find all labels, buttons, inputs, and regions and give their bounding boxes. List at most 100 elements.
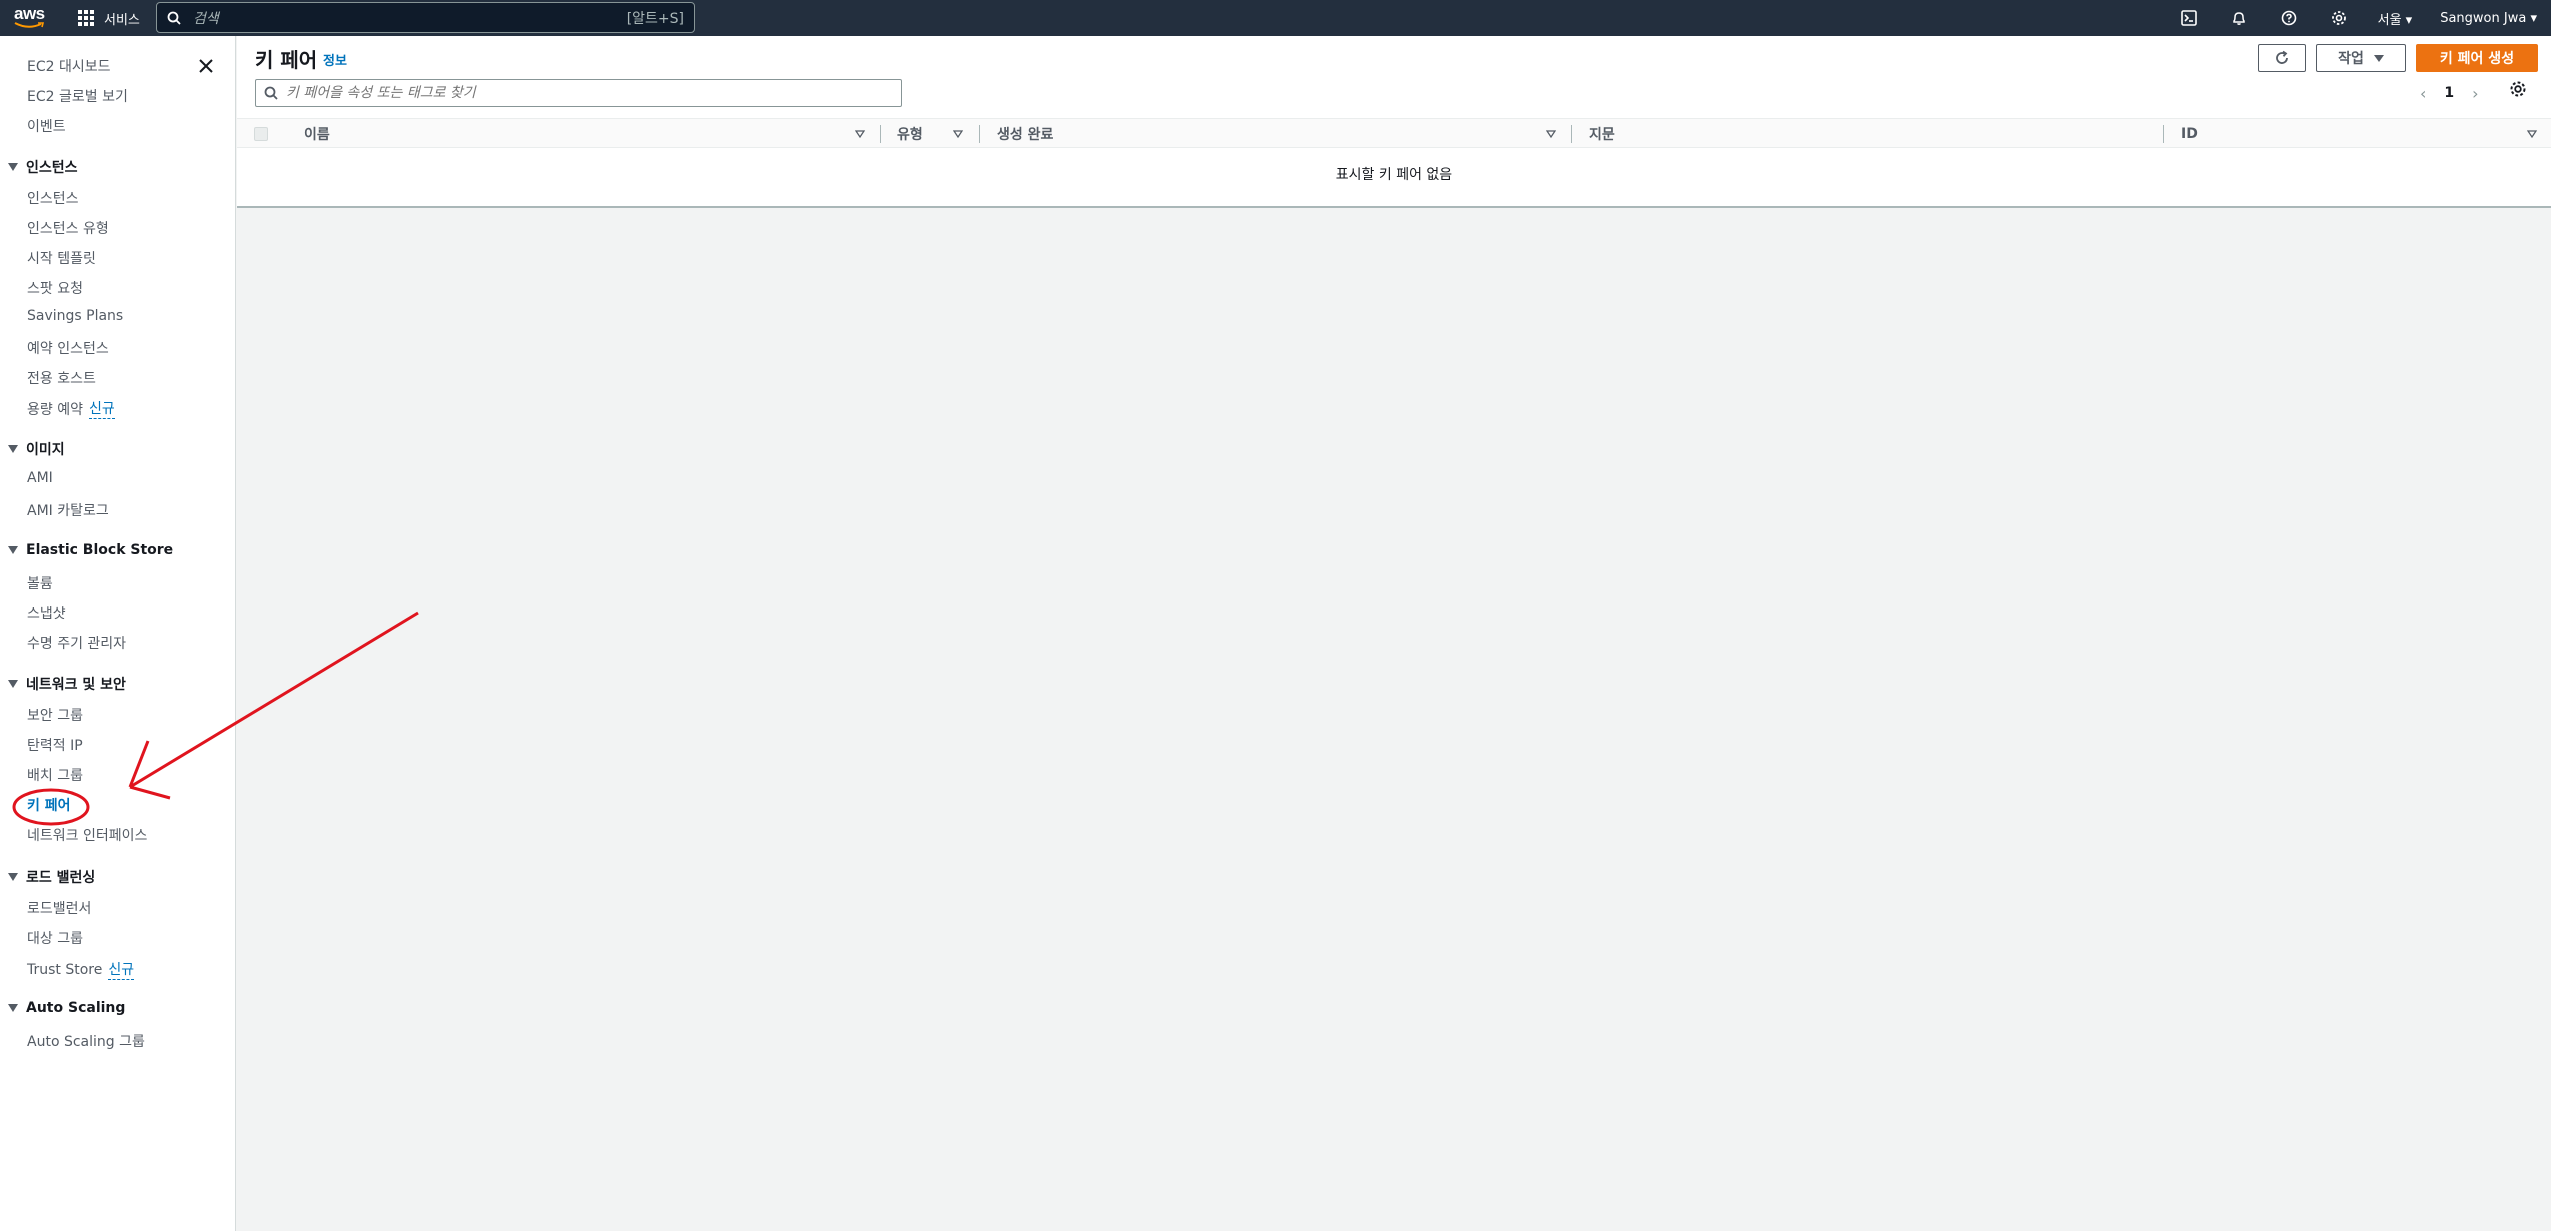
- create-key-pair-button[interactable]: 키 페어 생성: [2416, 44, 2538, 72]
- sidebar-item-ec2-dashboard[interactable]: EC2 대시보드: [27, 56, 111, 76]
- sidebar-item-ami-catalog[interactable]: AMI 카탈로그: [27, 500, 109, 520]
- page-number[interactable]: 1: [2444, 85, 2454, 101]
- sidebar-item-volumes[interactable]: 볼륨: [27, 573, 53, 593]
- section-title: Elastic Block Store: [26, 542, 174, 558]
- help-button[interactable]: [2264, 0, 2314, 36]
- sidebar-item-ec2-global-view[interactable]: EC2 글로벌 보기: [27, 86, 128, 106]
- services-menu[interactable]: 서비스: [78, 0, 140, 36]
- sidebar-item-security-groups[interactable]: 보안 그룹: [27, 705, 83, 725]
- sidebar-item-trust-stores[interactable]: Trust Store 신규: [27, 959, 135, 980]
- sidebar-section-images[interactable]: 이미지: [8, 439, 65, 459]
- gear-icon: [2510, 81, 2526, 97]
- sort-icon[interactable]: [2527, 129, 2537, 139]
- pagination: ‹ 1 ›: [2420, 82, 2479, 104]
- sidebar-item-instance-types[interactable]: 인스턴스 유형: [27, 218, 109, 238]
- sidebar-item-load-balancers[interactable]: 로드밸런서: [27, 898, 91, 918]
- column-header-id[interactable]: ID: [2181, 119, 2198, 149]
- page-title: 키 페어: [255, 48, 318, 72]
- sort-icon[interactable]: [1546, 129, 1556, 139]
- table-preferences-button[interactable]: [2509, 80, 2527, 102]
- caret-down-icon: [8, 680, 18, 688]
- caret-down-icon: [8, 1004, 18, 1012]
- filter-input[interactable]: [286, 85, 886, 101]
- refresh-icon: [2276, 50, 2288, 64]
- sidebar-item-launch-templates[interactable]: 시작 템플릿: [27, 248, 96, 268]
- empty-table-message: 표시할 키 페어 없음: [1335, 167, 1453, 183]
- bell-icon: [2232, 12, 2245, 25]
- sort-icon[interactable]: [855, 129, 865, 139]
- sidebar-item-network-interfaces[interactable]: 네트워크 인터페이스: [27, 825, 147, 845]
- column-header-created[interactable]: 생성 완료: [997, 119, 1053, 149]
- info-link[interactable]: 정보: [323, 50, 347, 69]
- next-page-icon[interactable]: ›: [2472, 84, 2478, 103]
- section-title: 로드 밸런싱: [26, 870, 96, 886]
- column-divider[interactable]: [880, 125, 881, 143]
- settings-button[interactable]: [2314, 0, 2364, 36]
- column-divider[interactable]: [1571, 125, 1572, 143]
- section-title: Auto Scaling: [26, 1000, 126, 1016]
- sidebar-item-reserved-instances[interactable]: 예약 인스턴스: [27, 338, 109, 358]
- help-icon: [2281, 10, 2296, 26]
- cloudshell-button[interactable]: [2164, 0, 2214, 36]
- sidebar-section-load-balancing[interactable]: 로드 밸런싱: [8, 867, 95, 887]
- actions-dropdown[interactable]: 작업: [2316, 44, 2406, 72]
- close-icon: [199, 59, 213, 73]
- table-header: 이름 유형 생성 완료 지문 ID: [237, 118, 2551, 148]
- region-label: 서울: [2377, 12, 2402, 28]
- search-icon: [167, 11, 181, 25]
- close-sidebar-button[interactable]: [196, 56, 216, 76]
- sort-icon[interactable]: [953, 129, 963, 139]
- section-title: 인스턴스: [26, 160, 78, 176]
- sidebar-item-dedicated-hosts[interactable]: 전용 호스트: [27, 368, 96, 388]
- previous-page-icon[interactable]: ‹: [2420, 84, 2426, 103]
- global-search-input[interactable]: 검색 [알트+S]: [156, 2, 695, 33]
- sidebar-item-label: Trust Store: [27, 961, 103, 978]
- region-selector[interactable]: 서울 ▾: [2364, 9, 2427, 28]
- sidebar: EC2 대시보드 EC2 글로벌 보기 이벤트 인스턴스 인스턴스 인스턴스 유…: [0, 36, 236, 1231]
- caret-down-icon: [8, 163, 18, 171]
- sidebar-section-network-security[interactable]: 네트워크 및 보안: [8, 674, 126, 694]
- gear-icon: [2331, 11, 2346, 25]
- column-header-name[interactable]: 이름: [304, 119, 330, 149]
- sidebar-item-placement-groups[interactable]: 배치 그룹: [27, 765, 83, 785]
- search-icon: [264, 86, 278, 100]
- sidebar-item-target-groups[interactable]: 대상 그룹: [27, 928, 83, 948]
- section-title: 네트워크 및 보안: [26, 677, 126, 693]
- sidebar-item-savings-plans[interactable]: Savings Plans: [27, 308, 123, 324]
- sidebar-section-instances[interactable]: 인스턴스: [8, 157, 78, 177]
- sidebar-item-events[interactable]: 이벤트: [27, 116, 66, 136]
- sidebar-section-ebs[interactable]: Elastic Block Store: [8, 542, 173, 558]
- refresh-button[interactable]: [2258, 44, 2306, 72]
- sidebar-item-capacity-reservations[interactable]: 용량 예약 신규: [27, 398, 115, 419]
- search-shortcut: [알트+S]: [626, 10, 684, 27]
- sidebar-item-ami[interactable]: AMI: [27, 470, 53, 486]
- sidebar-item-elastic-ips[interactable]: 탄력적 IP: [27, 735, 83, 755]
- sidebar-item-spot-requests[interactable]: 스팟 요청: [27, 278, 83, 298]
- sidebar-section-auto-scaling[interactable]: Auto Scaling: [8, 1000, 125, 1016]
- caret-down-icon: [2373, 54, 2384, 62]
- aws-logo[interactable]: aws: [12, 4, 52, 32]
- notifications-button[interactable]: [2214, 0, 2264, 36]
- column-divider[interactable]: [979, 125, 980, 143]
- sidebar-item-auto-scaling-groups[interactable]: Auto Scaling 그룹: [27, 1031, 145, 1051]
- caret-down-icon: [8, 546, 18, 554]
- filter-search[interactable]: [255, 79, 902, 107]
- select-all-checkbox[interactable]: [254, 127, 268, 141]
- services-label: 서비스: [104, 12, 140, 28]
- top-navigation: aws 서비스 검색 [알트+S] 서울 ▾ Sangwon Jwa ▾: [0, 0, 2551, 36]
- column-divider[interactable]: [2163, 125, 2164, 143]
- sidebar-item-snapshots[interactable]: 스냅샷: [27, 603, 66, 623]
- caret-down-icon: [8, 445, 18, 453]
- section-title: 이미지: [26, 442, 65, 458]
- caret-down-icon: [8, 873, 18, 881]
- key-pairs-panel: 키 페어 정보 작업 키 페어 생성 ‹ 1 › 이름 유형: [237, 36, 2551, 208]
- sidebar-item-key-pairs[interactable]: 키 페어: [27, 795, 71, 815]
- sidebar-item-lifecycle-manager[interactable]: 수명 주기 관리자: [27, 633, 126, 653]
- grid-icon: [78, 10, 94, 26]
- column-header-type[interactable]: 유형: [897, 119, 923, 149]
- column-header-fingerprint[interactable]: 지문: [1589, 119, 1615, 149]
- new-badge: 신규: [108, 959, 135, 980]
- account-menu[interactable]: Sangwon Jwa ▾: [2426, 11, 2551, 26]
- sidebar-item-instances[interactable]: 인스턴스: [27, 188, 79, 208]
- new-badge: 신규: [88, 398, 115, 419]
